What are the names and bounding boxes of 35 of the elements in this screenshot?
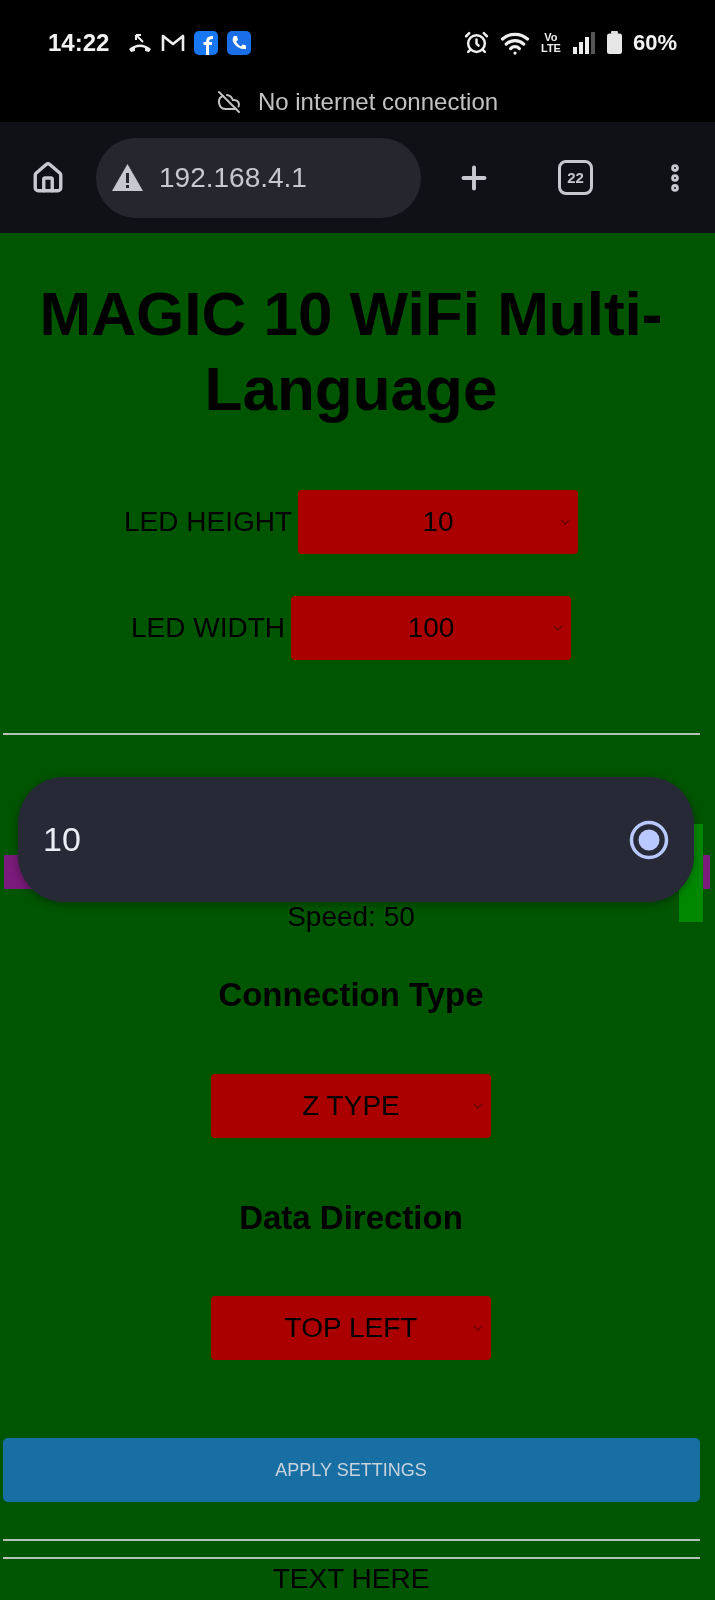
network-type-label: Vo (544, 31, 558, 43)
section-heading: Data Direction (239, 1199, 463, 1237)
app-icon (194, 30, 219, 55)
network-type-label: LTE (541, 42, 561, 54)
field-label: LED WIDTH (131, 612, 285, 644)
dropdown[interactable]: 100 (291, 596, 571, 660)
mail-icon (161, 33, 186, 52)
signal-icon (571, 31, 596, 54)
dropdown[interactable]: TOP LEFT (211, 1296, 491, 1360)
page-title: MAGIC 10 WiFi Multi-Language (38, 278, 664, 425)
alarm-clock-icon (464, 30, 489, 55)
chevron-down-icon (553, 625, 563, 631)
radio-icon[interactable] (629, 819, 669, 860)
dropdown[interactable]: 10 (298, 490, 578, 554)
cloud-off-icon (216, 89, 241, 114)
field-label: LED HEIGHT (124, 506, 292, 538)
warning-icon (111, 163, 144, 192)
phone-app-icon (227, 30, 252, 55)
status-time: 14:22 (48, 28, 110, 57)
chevron-down-icon (473, 1103, 483, 1109)
apply-button[interactable]: APPLY SETTINGS (2, 1438, 700, 1502)
picker-option[interactable]: 10 (43, 797, 669, 882)
chevron-down-icon (473, 1325, 483, 1331)
url-field[interactable]: 192.168.4.1 (96, 137, 421, 218)
dropdown[interactable]: Z TYPE (211, 1074, 491, 1138)
tab-count-button[interactable]: 22 (558, 160, 593, 195)
missed-call-icon (128, 32, 153, 53)
text-heading: TEXT HERE (272, 1564, 430, 1594)
section-heading: Connection Type (218, 976, 484, 1014)
battery-percent: 60% (632, 29, 677, 56)
chevron-down-icon (560, 519, 570, 525)
notice-text: No internet connection (257, 87, 499, 116)
battery-icon (606, 31, 622, 54)
home-icon[interactable] (31, 160, 65, 195)
speed-label: Speed: 50 (287, 901, 415, 933)
